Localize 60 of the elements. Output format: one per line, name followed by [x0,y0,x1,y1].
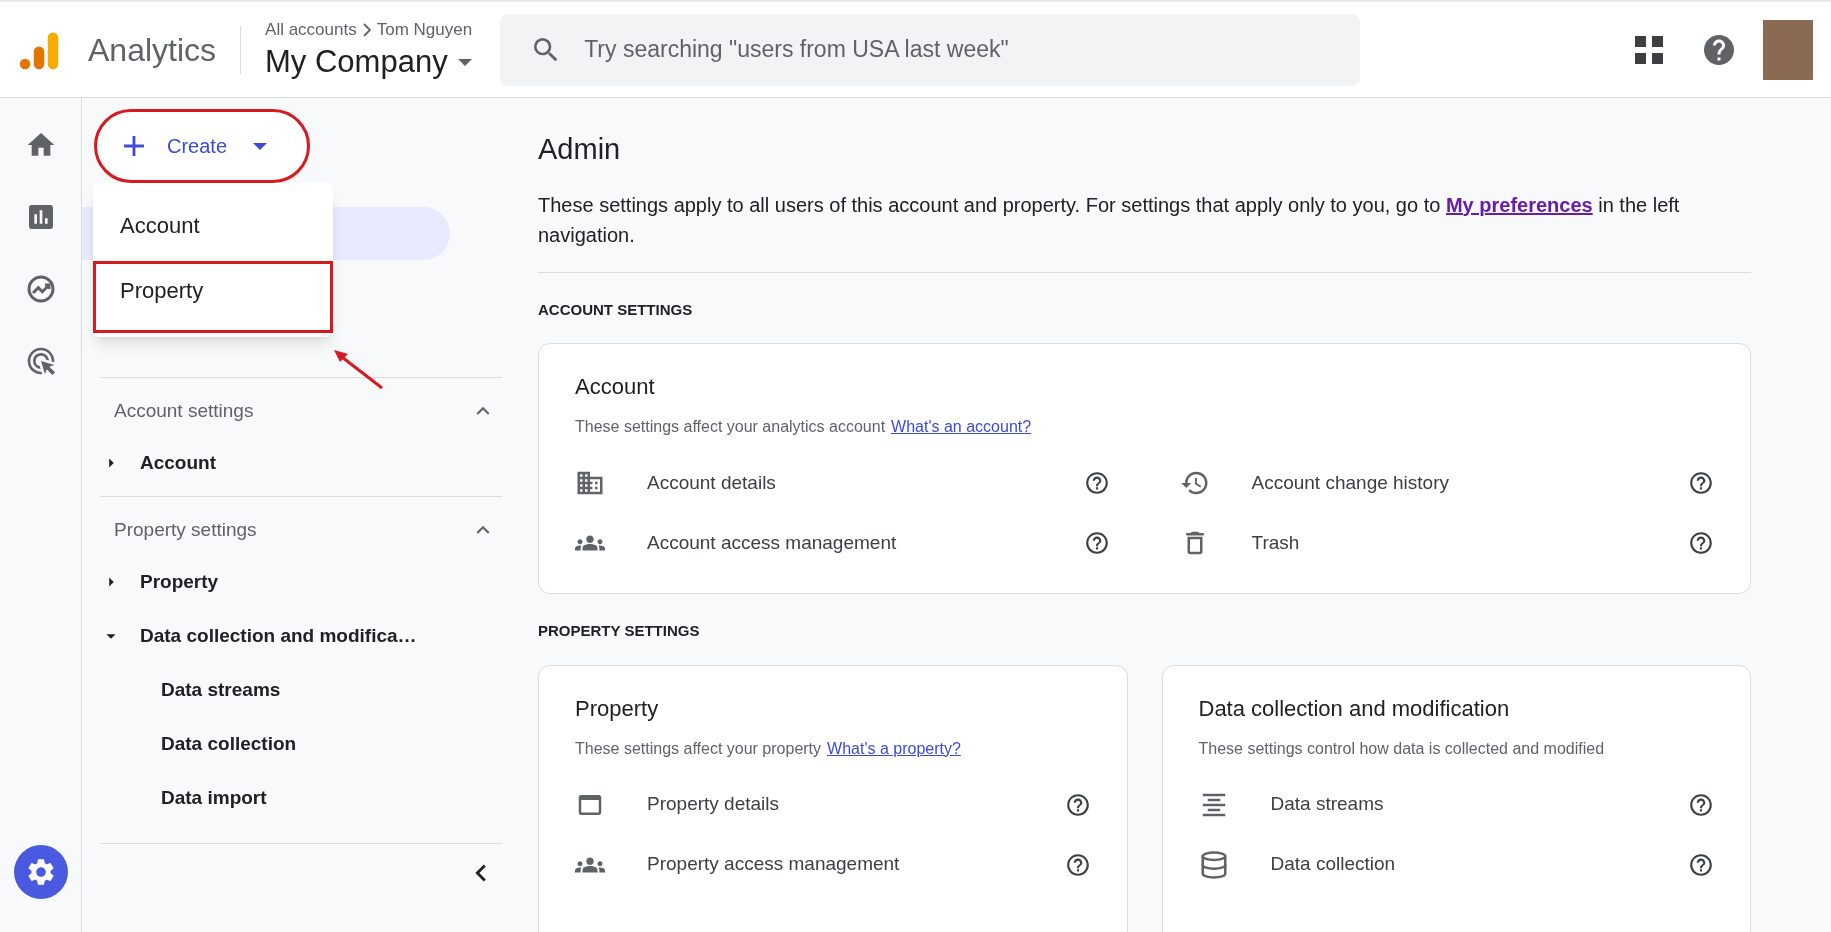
settings-row[interactable]: Property access management [575,834,1091,895]
page-title: Admin [538,132,622,167]
preferences-link[interactable]: My preferences [1445,193,1593,216]
settings-icon[interactable] [13,845,68,899]
card-title: Account [575,373,656,401]
help-icon[interactable] [1688,851,1714,878]
row-label: Property details [647,792,780,817]
nav-subitem[interactable]: Data collection [161,729,297,759]
caret-down-icon [457,58,472,66]
settings-row[interactable]: Account access management [575,513,1110,573]
settings-row[interactable]: Trash [1179,513,1714,573]
breadcrumb-link[interactable]: Tom Nguyen [376,16,473,43]
row-label: Data collection [1270,852,1397,877]
settings-row[interactable]: Account details [575,453,1110,513]
product-name: Analytics [88,30,217,70]
card-title: Data collection and modification [1198,694,1511,723]
search-input[interactable]: Try searching "users from USA last week" [584,32,1331,67]
annotation-arrow [332,348,384,390]
section-heading: PROPERTY SETTINGS [538,621,701,641]
row-label: Account access management [647,530,898,555]
search-bar[interactable]: Try searching "users from USA last week" [500,13,1361,86]
card-description: These settings affect your property [575,738,822,759]
settings-row[interactable]: Data streams [1198,774,1714,835]
help-icon[interactable] [1083,530,1110,556]
nav-section-header[interactable]: Property settings [100,505,502,555]
settings-row[interactable]: Property details [575,774,1091,835]
help-icon[interactable] [1688,470,1714,496]
row-label: Property access management [647,852,901,877]
card-description: These settings affect your analytics account [575,417,886,437]
nav-item[interactable]: Data collection and modifica… [140,621,417,651]
row-label: Trash [1251,530,1301,555]
nav-section-header[interactable]: Account settings [100,386,502,436]
settings-row[interactable]: Data collection [1198,834,1714,895]
help-icon[interactable] [1064,791,1091,818]
create-button[interactable]: Create [97,112,307,180]
card-title: Property [575,694,660,723]
help-icon[interactable] [1083,470,1110,496]
nav-item[interactable]: Property [140,567,219,597]
breadcrumb-link[interactable]: All accounts [265,16,357,43]
help-link[interactable]: What's an account? [891,415,1032,439]
row-label: Account change history [1251,470,1450,495]
section-heading: ACCOUNT SETTINGS [538,299,694,320]
help-icon[interactable] [1688,791,1714,818]
settings-row[interactable]: Account change history [1179,453,1714,513]
account-selector[interactable]: My Company [265,42,473,83]
row-label: Data streams [1270,792,1385,817]
help-icon[interactable] [1064,851,1091,878]
help-icon[interactable] [1688,530,1714,556]
apps-grid-icon[interactable] [1635,35,1663,64]
menu-item[interactable]: Property [93,261,333,333]
row-label: Account details [647,470,777,495]
card-description: These settings control how data is collected and modified [1198,738,1605,759]
nav-item[interactable]: Account [140,448,216,478]
page-description: These settings apply to all users of this account and property. For settings that apply only to you, go to My preferences in the left navigation. [538,189,1751,273]
chevron-right-icon [362,22,371,37]
nav-subitem[interactable]: Data import [161,783,267,813]
help-link[interactable]: What's a property? [827,736,961,761]
caret-down-icon [253,142,268,150]
menu-item[interactable]: Account [93,189,333,261]
nav-subitem[interactable]: Data streams [161,675,281,705]
